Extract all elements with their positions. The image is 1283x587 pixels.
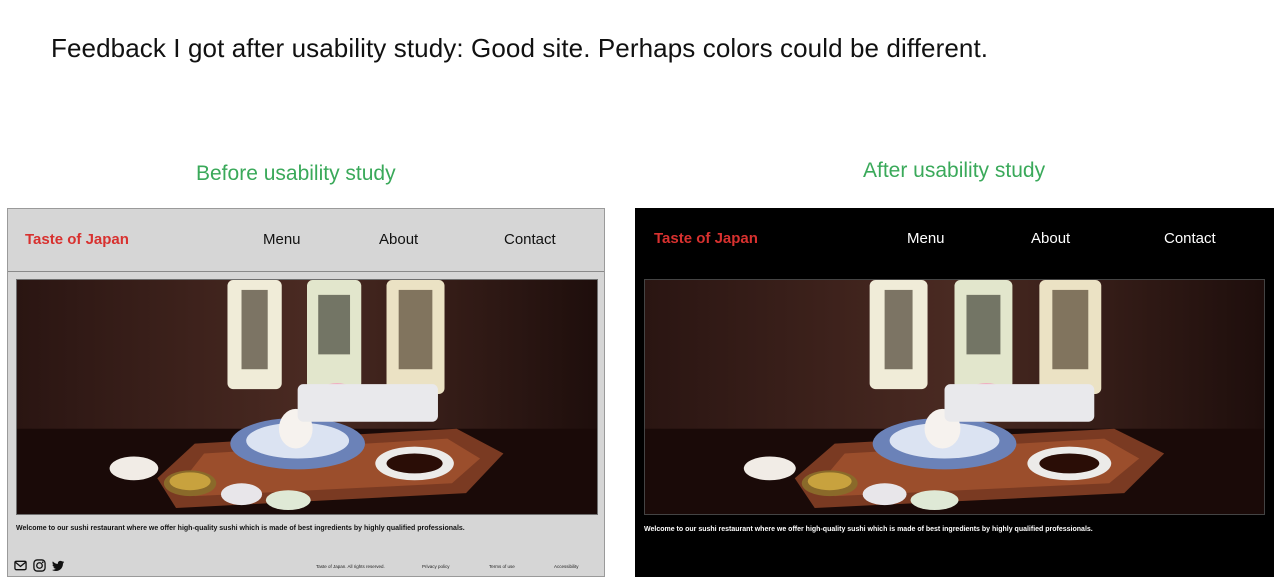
footer-accessibility-link[interactable]: Accessibility (554, 564, 579, 569)
twitter-icon[interactable] (52, 559, 65, 572)
before-site-mockup: Taste of Japan Menu About Contact Welcom… (7, 208, 605, 577)
nav-about[interactable]: About (1031, 230, 1070, 247)
footer-copyright: Taste of Japan. All rights reserved. (316, 564, 385, 569)
navbar: Taste of Japan Menu About Contact (635, 208, 1274, 270)
welcome-text: Welcome to our sushi restaurant where we… (16, 525, 465, 532)
instagram-icon[interactable] (33, 559, 46, 572)
nav-contact[interactable]: Contact (1164, 230, 1216, 247)
brand-logo[interactable]: Taste of Japan (25, 231, 129, 248)
mail-icon[interactable] (14, 559, 27, 572)
navbar: Taste of Japan Menu About Contact (8, 209, 604, 272)
nav-about[interactable]: About (379, 231, 418, 248)
welcome-text: Welcome to our sushi restaurant where we… (644, 526, 1093, 533)
brand-logo[interactable]: Taste of Japan (654, 230, 758, 247)
nav-menu[interactable]: Menu (263, 231, 301, 248)
before-label: Before usability study (196, 162, 396, 185)
after-site-mockup: Taste of Japan Menu About Contact Welcom… (635, 208, 1274, 577)
after-label: After usability study (863, 159, 1046, 182)
footer-privacy-link[interactable]: Privacy policy (422, 564, 450, 569)
nav-menu[interactable]: Menu (907, 230, 945, 247)
hero-image (644, 279, 1265, 515)
feedback-headline: Feedback I got after usability study: Go… (51, 33, 989, 63)
footer-terms-link[interactable]: Terms of use (489, 564, 515, 569)
nav-contact[interactable]: Contact (504, 231, 556, 248)
hero-image (16, 279, 598, 515)
